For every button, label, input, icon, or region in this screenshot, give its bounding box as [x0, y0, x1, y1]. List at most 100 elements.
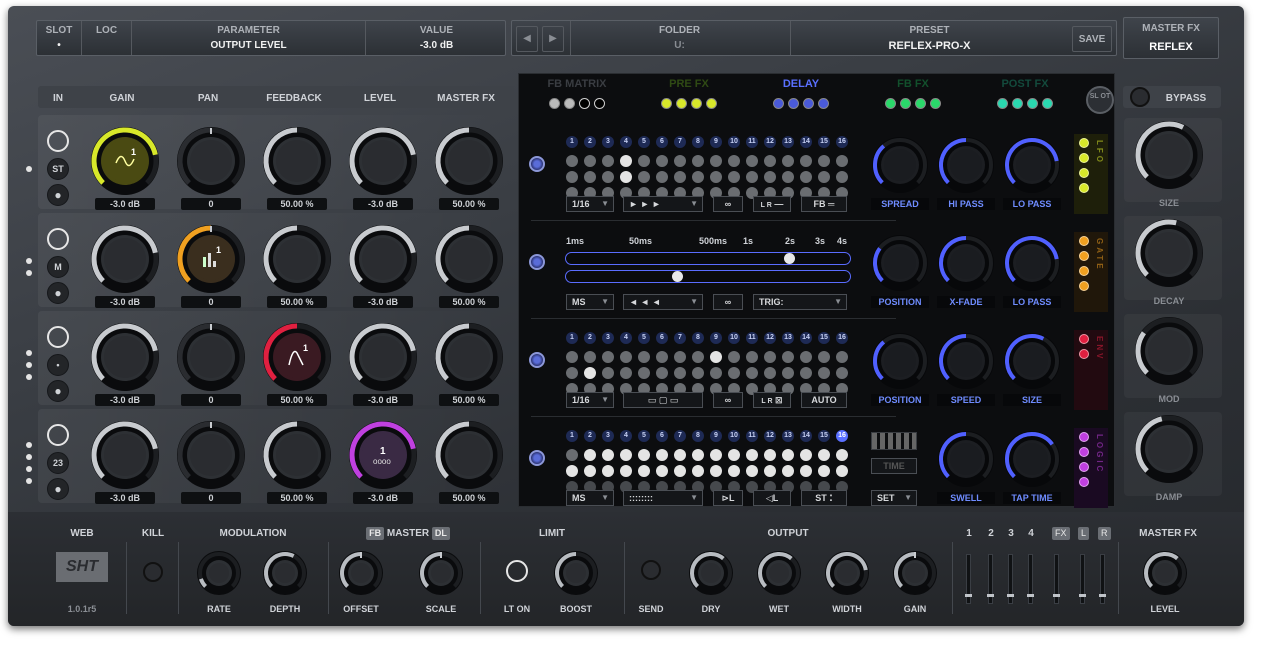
mod-led[interactable]	[1079, 266, 1089, 276]
channel-fader[interactable]	[1027, 554, 1034, 604]
output-knob[interactable]	[553, 550, 599, 596]
output-knob[interactable]	[418, 550, 464, 596]
input-select-ring[interactable]	[47, 424, 69, 446]
step-cell[interactable]	[692, 449, 704, 461]
feedback-knob[interactable]	[262, 420, 332, 490]
rate-select[interactable]: 1/16 ▼	[566, 196, 614, 212]
link-button[interactable]: ∞	[713, 196, 743, 212]
step-cell[interactable]	[782, 367, 794, 379]
step-cell[interactable]	[836, 171, 848, 183]
step-cell[interactable]	[728, 171, 740, 183]
master-knob[interactable]	[434, 322, 504, 392]
step-number[interactable]: 16	[836, 332, 848, 344]
step-cell[interactable]	[656, 465, 668, 477]
step-cell[interactable]	[818, 171, 830, 183]
step-cell[interactable]	[836, 155, 848, 167]
step-cell[interactable]	[818, 367, 830, 379]
step-number[interactable]: 6	[656, 332, 668, 344]
step-cell[interactable]	[710, 465, 722, 477]
channel-fader[interactable]	[1007, 554, 1014, 604]
rate-select[interactable]: 1/16 ▼	[566, 392, 614, 408]
step-cell[interactable]	[728, 351, 740, 363]
step-cell[interactable]	[584, 155, 596, 167]
fader-thumb[interactable]	[987, 594, 994, 597]
gain-knob[interactable]	[90, 224, 160, 294]
mod-led[interactable]	[1079, 462, 1089, 472]
step-number[interactable]: 10	[728, 136, 740, 148]
pan-knob[interactable]	[176, 322, 246, 392]
reverb-knob[interactable]	[1134, 218, 1204, 288]
step-cell[interactable]	[764, 367, 776, 379]
step-cell[interactable]	[836, 449, 848, 461]
step-cell[interactable]	[638, 449, 650, 461]
fader-thumb[interactable]	[1027, 594, 1034, 597]
step-number[interactable]: 16	[836, 136, 848, 148]
mod-led[interactable]	[1079, 236, 1089, 246]
gain-knob[interactable]	[90, 322, 160, 392]
step-number[interactable]: 13	[782, 136, 794, 148]
fx-knob[interactable]	[1003, 136, 1061, 194]
fx-knob[interactable]	[871, 136, 929, 194]
lr-button[interactable]: L R ⊠	[753, 392, 791, 408]
step-cell[interactable]	[818, 155, 830, 167]
step-cell[interactable]	[800, 465, 812, 477]
step-cell[interactable]	[674, 367, 686, 379]
step-cell[interactable]	[710, 449, 722, 461]
tab-delay[interactable]: DELAY	[751, 78, 851, 90]
step-cell[interactable]	[692, 367, 704, 379]
step-cell[interactable]	[656, 155, 668, 167]
folder-display[interactable]: FOLDER U:	[570, 21, 788, 55]
step-cell[interactable]	[800, 449, 812, 461]
delay-time-slider[interactable]	[565, 252, 851, 265]
step-cell[interactable]	[602, 367, 614, 379]
fader-thumb[interactable]	[1099, 594, 1106, 597]
stereo-button[interactable]: ST ⁚	[801, 490, 847, 506]
fb-button[interactable]: FB ═	[801, 196, 847, 212]
input-mode-button[interactable]: 23	[47, 452, 69, 474]
step-number[interactable]: 15	[818, 332, 830, 344]
fader-thumb[interactable]	[1079, 594, 1086, 597]
mod-led[interactable]	[1079, 168, 1089, 178]
step-number[interactable]: 10	[728, 430, 740, 442]
step-number[interactable]: 15	[818, 136, 830, 148]
section-enable-radio[interactable]	[529, 254, 545, 270]
density-select[interactable]: :::::::: ▼	[623, 490, 703, 506]
step-number[interactable]: 1	[566, 430, 578, 442]
reverb-knob[interactable]	[1134, 120, 1204, 190]
section-enable-radio[interactable]	[529, 156, 545, 172]
input-trim-knob[interactable]: ●	[47, 184, 69, 206]
tap-left-button[interactable]: ⊳L	[713, 490, 743, 506]
tab-fb-matrix[interactable]: FB MATRIX	[527, 78, 627, 90]
level-knob[interactable]	[348, 126, 418, 196]
fader-thumb[interactable]	[965, 594, 972, 597]
fx-knob[interactable]	[1003, 332, 1061, 390]
step-cell[interactable]	[620, 155, 632, 167]
step-cell[interactable]	[566, 449, 578, 461]
step-number[interactable]: 4	[620, 136, 632, 148]
fx-knob[interactable]	[937, 332, 995, 390]
gain-knob[interactable]: 1	[90, 126, 160, 196]
step-cell[interactable]	[620, 465, 632, 477]
input-mode-button[interactable]: •	[47, 354, 69, 376]
input-select-ring[interactable]	[47, 228, 69, 250]
input-mode-button[interactable]: ST	[47, 158, 69, 180]
step-number[interactable]: 4	[620, 430, 632, 442]
step-number[interactable]: 10	[728, 332, 740, 344]
step-cell[interactable]	[638, 351, 650, 363]
step-cell[interactable]	[638, 367, 650, 379]
step-cell[interactable]	[728, 449, 740, 461]
step-number[interactable]: 14	[800, 332, 812, 344]
step-cell[interactable]	[764, 465, 776, 477]
logo[interactable]: SHT	[56, 552, 108, 582]
prev-preset-button[interactable]: ◀	[516, 26, 538, 52]
slider-thumb[interactable]	[672, 271, 684, 282]
step-number[interactable]: 9	[710, 430, 722, 442]
step-number[interactable]: 7	[674, 332, 686, 344]
section-enable-radio[interactable]	[529, 450, 545, 466]
link-button[interactable]: ∞	[713, 392, 743, 408]
auto-button[interactable]: AUTO	[801, 392, 847, 408]
reverb-knob[interactable]	[1134, 316, 1204, 386]
step-cell[interactable]	[746, 367, 758, 379]
output-knob[interactable]	[262, 550, 308, 596]
step-cell[interactable]	[746, 465, 758, 477]
